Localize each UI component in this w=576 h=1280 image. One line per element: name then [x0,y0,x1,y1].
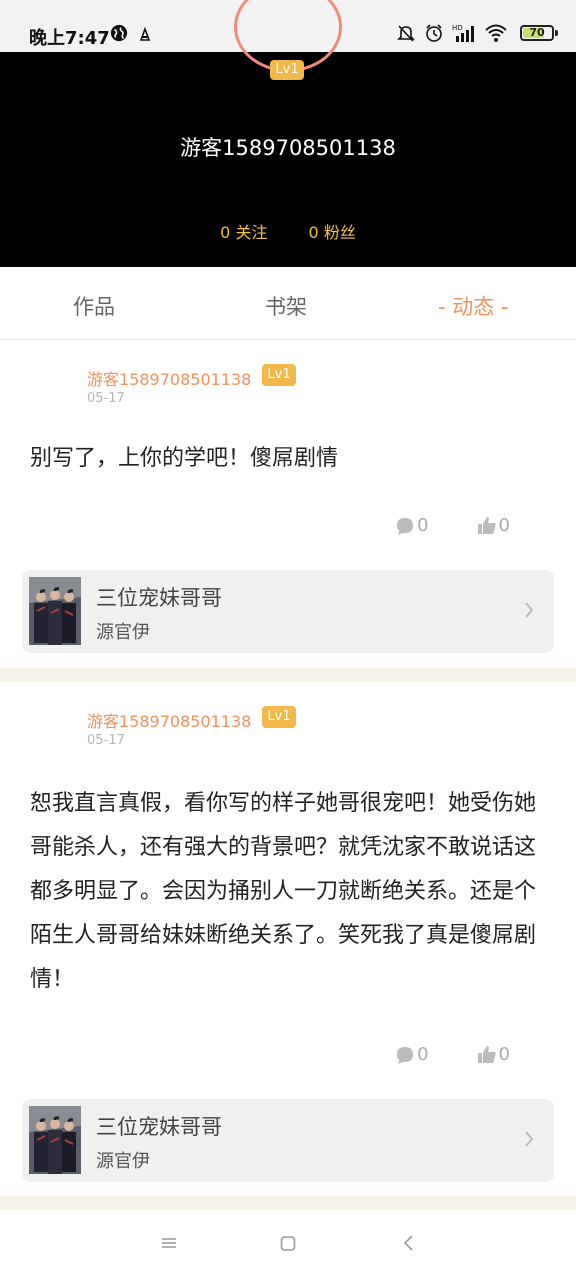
alarm-icon [426,24,442,42]
post-level-badge: Lv1 [262,364,296,386]
tab-bookshelf[interactable]: 书架 [265,291,307,321]
home-icon[interactable] [279,1234,297,1252]
post-date: 05-17 [87,733,125,748]
comment-count: 0 [417,515,429,536]
post-divider [0,668,576,682]
tab-activity[interactable]: - 动态 - [438,291,509,321]
post-author[interactable]: 游客1589708501138 [87,366,251,390]
profile-header: Lv1 游客1589708501138 0 关注 0 粉丝 [0,0,576,267]
post-card: 游客1589708501138 Lv1 05-17 别写了，上你的学吧！傻屌剧情… [0,340,576,668]
comment-icon [397,517,414,535]
menu-icon[interactable] [160,1234,178,1252]
app-notification-icon [139,27,151,41]
like-button[interactable]: 0 [477,515,510,536]
post-divider [0,1196,576,1210]
book-link-card[interactable]: 三位宠妹哥哥 源官伊 [22,570,554,653]
cell-signal-icon: HD [452,24,474,42]
post-author[interactable]: 游客1589708501138 [87,708,251,732]
wifi-icon [485,24,507,42]
level-badge: Lv1 [270,60,304,80]
comment-count: 0 [417,1044,429,1065]
post-text: 别写了，上你的学吧！傻屌剧情 [30,446,339,471]
book-cover-image [29,577,81,645]
follow-stats: 0 关注 0 粉丝 [0,219,576,243]
post-actions: 0 0 [395,515,510,536]
post-date: 05-17 [87,391,125,406]
system-nav-bar [0,1210,576,1280]
battery-icon: 70 [520,25,558,41]
tab-works[interactable]: 作品 [73,291,115,321]
book-title: 三位宠妹哥哥 [96,586,222,610]
profile-tabs: 作品 书架 - 动态 - [0,267,576,340]
back-icon[interactable] [400,1234,418,1252]
thumbs-up-icon [477,516,496,534]
book-title: 三位宠妹哥哥 [96,1115,222,1139]
book-link-card[interactable]: 三位宠妹哥哥 源官伊 [22,1099,554,1182]
post-text: 恕我直言真假，看你写的样子她哥很宠吧！她受伤她哥能杀人，还有强大的背景吧？就凭沈… [30,791,537,992]
status-icons: HD 70 [396,22,558,44]
post-level-badge: Lv1 [262,706,296,728]
followers-count[interactable]: 0 粉丝 [309,223,356,242]
like-count: 0 [498,515,510,536]
book-cover-image [29,1106,81,1174]
chevron-right-icon [525,602,534,618]
thumbs-up-icon [477,1045,496,1063]
like-count: 0 [498,1044,510,1065]
status-time: 晚上7:47 [29,28,110,49]
comment-button[interactable]: 0 [395,1044,429,1065]
comment-button[interactable]: 0 [395,515,429,536]
post-card: 游客1589708501138 Lv1 05-17 恕我直言真假，看你写的样子她… [0,682,576,1196]
following-count[interactable]: 0 关注 [220,223,267,242]
battery-level: 70 [529,26,545,39]
book-author: 源官伊 [96,622,150,643]
globe-icon [110,24,128,42]
comment-icon [397,1046,414,1064]
post-actions: 0 0 [395,1044,510,1065]
svg-text:HD: HD [452,24,463,32]
like-button[interactable]: 0 [477,1044,510,1065]
chevron-right-icon [525,1131,534,1147]
mute-bell-icon [397,25,415,42]
profile-username: 游客1589708501138 [180,136,396,160]
book-author: 源官伊 [96,1151,150,1172]
